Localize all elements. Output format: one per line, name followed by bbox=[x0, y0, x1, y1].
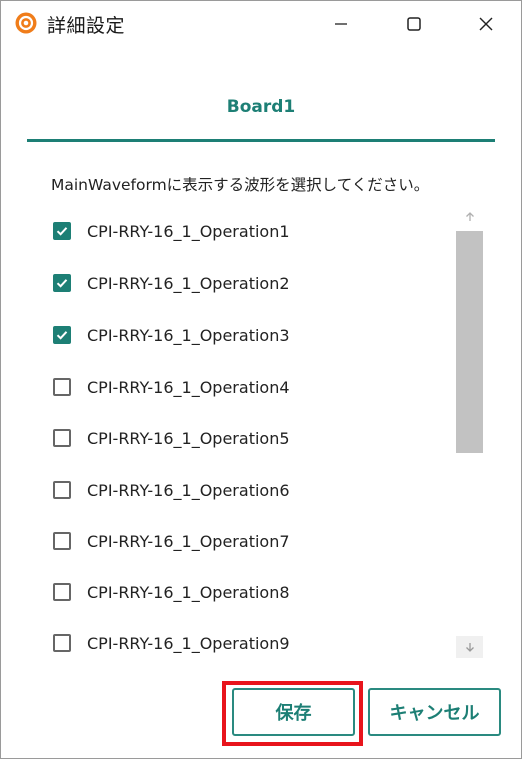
waveform-checkbox[interactable] bbox=[53, 532, 71, 550]
cancel-button[interactable]: キャンセル bbox=[368, 688, 501, 736]
waveform-item[interactable]: CPI-RRY-16_1_Operation5 bbox=[53, 423, 290, 453]
waveform-label: CPI-RRY-16_1_Operation8 bbox=[87, 582, 290, 602]
save-button[interactable]: 保存 bbox=[232, 688, 355, 736]
waveform-checkbox[interactable] bbox=[53, 222, 71, 240]
maximize-icon bbox=[407, 16, 421, 31]
waveform-item[interactable]: CPI-RRY-16_1_Operation2 bbox=[53, 268, 290, 298]
title-bar: 詳細設定 bbox=[1, 1, 521, 46]
tab-active-indicator bbox=[27, 139, 495, 142]
waveform-label: CPI-RRY-16_1_Operation9 bbox=[87, 633, 290, 653]
tab-board1[interactable]: Board1 bbox=[27, 97, 495, 117]
waveform-label: CPI-RRY-16_1_Operation2 bbox=[87, 273, 290, 293]
waveform-item[interactable]: CPI-RRY-16_1_Operation3 bbox=[53, 320, 290, 350]
close-button[interactable] bbox=[463, 1, 509, 46]
waveform-label: CPI-RRY-16_1_Operation6 bbox=[87, 480, 290, 500]
waveform-item[interactable]: CPI-RRY-16_1_Operation8 bbox=[53, 577, 290, 607]
maximize-button[interactable] bbox=[391, 1, 437, 46]
waveform-checkbox[interactable] bbox=[53, 326, 71, 344]
waveform-checkbox[interactable] bbox=[53, 634, 71, 652]
waveform-checkbox[interactable] bbox=[53, 378, 71, 396]
settings-dialog: 詳細設定 Board1 MainWaveformに表示する波形を選択してください… bbox=[0, 0, 522, 759]
scrollbar-thumb[interactable] bbox=[456, 231, 483, 453]
close-icon bbox=[479, 17, 493, 30]
waveform-checkbox[interactable] bbox=[53, 481, 71, 499]
waveform-item[interactable]: CPI-RRY-16_1_Operation6 bbox=[53, 475, 290, 505]
scroll-down-button[interactable] bbox=[456, 636, 483, 658]
window-title: 詳細設定 bbox=[47, 15, 126, 37]
arrow-up-icon bbox=[465, 212, 474, 221]
waveform-item[interactable]: CPI-RRY-16_1_Operation7 bbox=[53, 526, 290, 556]
waveform-item[interactable]: CPI-RRY-16_1_Operation9 bbox=[53, 628, 290, 656]
scroll-up-button[interactable] bbox=[456, 206, 483, 228]
waveform-label: CPI-RRY-16_1_Operation1 bbox=[87, 221, 290, 241]
waveform-checkbox[interactable] bbox=[53, 429, 71, 447]
instruction-text: MainWaveformに表示する波形を選択してください。 bbox=[51, 176, 430, 194]
waveform-list: CPI-RRY-16_1_Operation1 CPI-RRY-16_1_Ope… bbox=[53, 206, 443, 656]
checkmark-icon bbox=[56, 279, 68, 288]
minimize-icon bbox=[335, 22, 347, 25]
list-scrollbar[interactable] bbox=[456, 206, 483, 658]
arrow-down-icon bbox=[465, 643, 474, 652]
checkmark-icon bbox=[56, 227, 68, 236]
minimize-button[interactable] bbox=[318, 1, 364, 46]
waveform-label: CPI-RRY-16_1_Operation3 bbox=[87, 325, 290, 345]
waveform-checkbox[interactable] bbox=[53, 583, 71, 601]
waveform-checkbox[interactable] bbox=[53, 274, 71, 292]
waveform-label: CPI-RRY-16_1_Operation7 bbox=[87, 531, 290, 551]
waveform-item[interactable]: CPI-RRY-16_1_Operation4 bbox=[53, 372, 290, 402]
checkmark-icon bbox=[56, 331, 68, 340]
waveform-item[interactable]: CPI-RRY-16_1_Operation1 bbox=[53, 216, 290, 246]
app-gear-icon bbox=[15, 12, 37, 34]
waveform-label: CPI-RRY-16_1_Operation4 bbox=[87, 377, 290, 397]
waveform-label: CPI-RRY-16_1_Operation5 bbox=[87, 428, 290, 448]
